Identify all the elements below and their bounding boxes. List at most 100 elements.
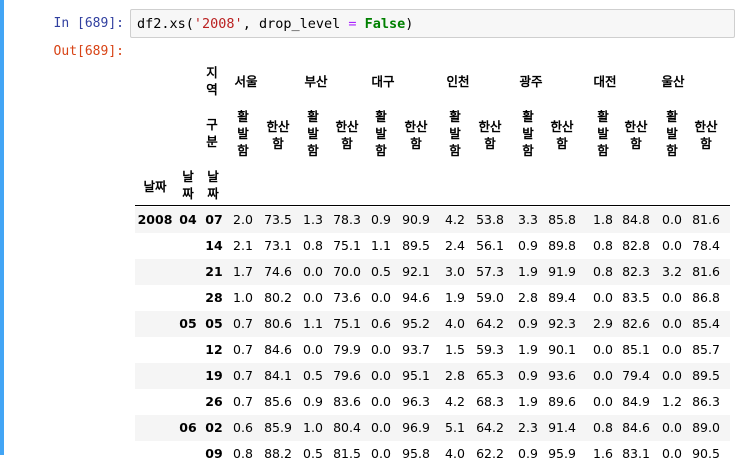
table-cell: 85.4 xyxy=(692,316,720,331)
row-day: 05 xyxy=(205,316,223,331)
table-cell: 95.2 xyxy=(402,316,430,331)
row-day: 14 xyxy=(205,238,223,253)
table-cell: 75.1 xyxy=(333,238,361,253)
region-header: 부산 xyxy=(304,74,328,89)
table-cell: 2.8 xyxy=(445,368,465,383)
table-cell: 0.5 xyxy=(303,446,323,461)
table-cell: 85.6 xyxy=(264,394,292,409)
table-cell: 80.6 xyxy=(264,316,292,331)
table-cell: 4.0 xyxy=(445,446,465,461)
table-cell: 3.2 xyxy=(662,264,682,279)
table-cell: 0.0 xyxy=(593,342,613,357)
subcol-header: 활발함 xyxy=(449,109,461,158)
table-cell: 4.0 xyxy=(445,316,465,331)
subcol-header: 한산함 xyxy=(335,119,359,151)
table-cell: 85.1 xyxy=(622,342,650,357)
table-cell: 92.3 xyxy=(548,316,576,331)
table-cell: 84.1 xyxy=(264,368,292,383)
subcol-header: 활발함 xyxy=(522,109,534,158)
table-cell: 89.5 xyxy=(692,368,720,383)
row-day: 26 xyxy=(205,394,223,409)
table-cell: 53.8 xyxy=(476,212,504,227)
table-cell: 2.1 xyxy=(233,238,253,253)
table-cell: 4.2 xyxy=(445,394,465,409)
subcol-header: 한산함 xyxy=(404,119,428,151)
table-cell: 0.0 xyxy=(662,290,682,305)
row-month: 05 xyxy=(179,316,197,331)
table-cell: 82.8 xyxy=(622,238,650,253)
table-cell: 0.6 xyxy=(371,316,391,331)
table-cell: 80.4 xyxy=(333,420,361,435)
table-cell: 0.0 xyxy=(662,316,682,331)
row-day: 07 xyxy=(205,212,223,227)
table-cell: 57.3 xyxy=(476,264,504,279)
subcol-header: 활발함 xyxy=(597,109,609,158)
table-cell: 89.6 xyxy=(548,394,576,409)
table-cell: 3.3 xyxy=(518,212,538,227)
table-cell: 0.7 xyxy=(233,368,253,383)
header-divider xyxy=(135,205,730,206)
table-cell: 0.8 xyxy=(593,420,613,435)
table-cell: 93.7 xyxy=(402,342,430,357)
subcol-header: 활발함 xyxy=(237,109,249,158)
table-cell: 79.4 xyxy=(622,368,650,383)
subcol-header: 한산함 xyxy=(624,119,648,151)
table-cell: 56.1 xyxy=(476,238,504,253)
table-cell: 59.3 xyxy=(476,342,504,357)
table-cell: 0.7 xyxy=(233,316,253,331)
table-cell: 0.5 xyxy=(303,368,323,383)
table-cell: 91.4 xyxy=(548,420,576,435)
table-cell: 84.6 xyxy=(264,342,292,357)
table-cell: 91.9 xyxy=(548,264,576,279)
row-day: 21 xyxy=(205,264,223,279)
table-cell: 2.4 xyxy=(445,238,465,253)
table-cell: 0.0 xyxy=(303,290,323,305)
table-cell: 86.3 xyxy=(692,394,720,409)
table-cell: 1.6 xyxy=(593,446,613,461)
table-cell: 1.9 xyxy=(445,290,465,305)
column-level1-name: 구분 xyxy=(206,117,218,149)
table-cell: 1.3 xyxy=(303,212,323,227)
table-cell: 0.0 xyxy=(662,212,682,227)
table-cell: 0.5 xyxy=(371,264,391,279)
table-cell: 0.6 xyxy=(233,420,253,435)
table-cell: 0.9 xyxy=(518,446,538,461)
table-cell: 0.9 xyxy=(518,238,538,253)
table-cell: 2.9 xyxy=(593,316,613,331)
table-cell: 0.9 xyxy=(303,394,323,409)
table-cell: 81.6 xyxy=(692,212,720,227)
table-cell: 89.5 xyxy=(402,238,430,253)
table-cell: 0.8 xyxy=(593,264,613,279)
table-cell: 0.0 xyxy=(371,342,391,357)
table-cell: 96.9 xyxy=(402,420,430,435)
table-cell: 0.8 xyxy=(303,238,323,253)
table-cell: 70.0 xyxy=(333,264,361,279)
table-cell: 0.8 xyxy=(233,446,253,461)
table-cell: 82.3 xyxy=(622,264,650,279)
table-cell: 59.0 xyxy=(476,290,504,305)
table-cell: 1.0 xyxy=(233,290,253,305)
table-cell: 85.7 xyxy=(692,342,720,357)
table-cell: 79.9 xyxy=(333,342,361,357)
table-cell: 73.5 xyxy=(264,212,292,227)
table-cell: 5.1 xyxy=(445,420,465,435)
table-cell: 1.9 xyxy=(518,394,538,409)
row-day: 09 xyxy=(205,446,223,461)
table-cell: 85.9 xyxy=(264,420,292,435)
table-cell: 1.7 xyxy=(233,264,253,279)
row-month: 04 xyxy=(179,212,197,227)
table-cell: 3.0 xyxy=(445,264,465,279)
table-cell: 0.7 xyxy=(233,394,253,409)
table-cell: 92.1 xyxy=(402,264,430,279)
subcol-header: 한산함 xyxy=(478,119,502,151)
table-cell: 0.9 xyxy=(518,368,538,383)
table-cell: 1.8 xyxy=(593,212,613,227)
table-cell: 81.5 xyxy=(333,446,361,461)
table-cell: 1.1 xyxy=(303,316,323,331)
table-cell: 0.0 xyxy=(662,238,682,253)
table-cell: 0.0 xyxy=(593,368,613,383)
table-cell: 0.0 xyxy=(371,394,391,409)
table-cell: 1.2 xyxy=(662,394,682,409)
row-day: 12 xyxy=(205,342,223,357)
table-cell: 0.8 xyxy=(593,238,613,253)
